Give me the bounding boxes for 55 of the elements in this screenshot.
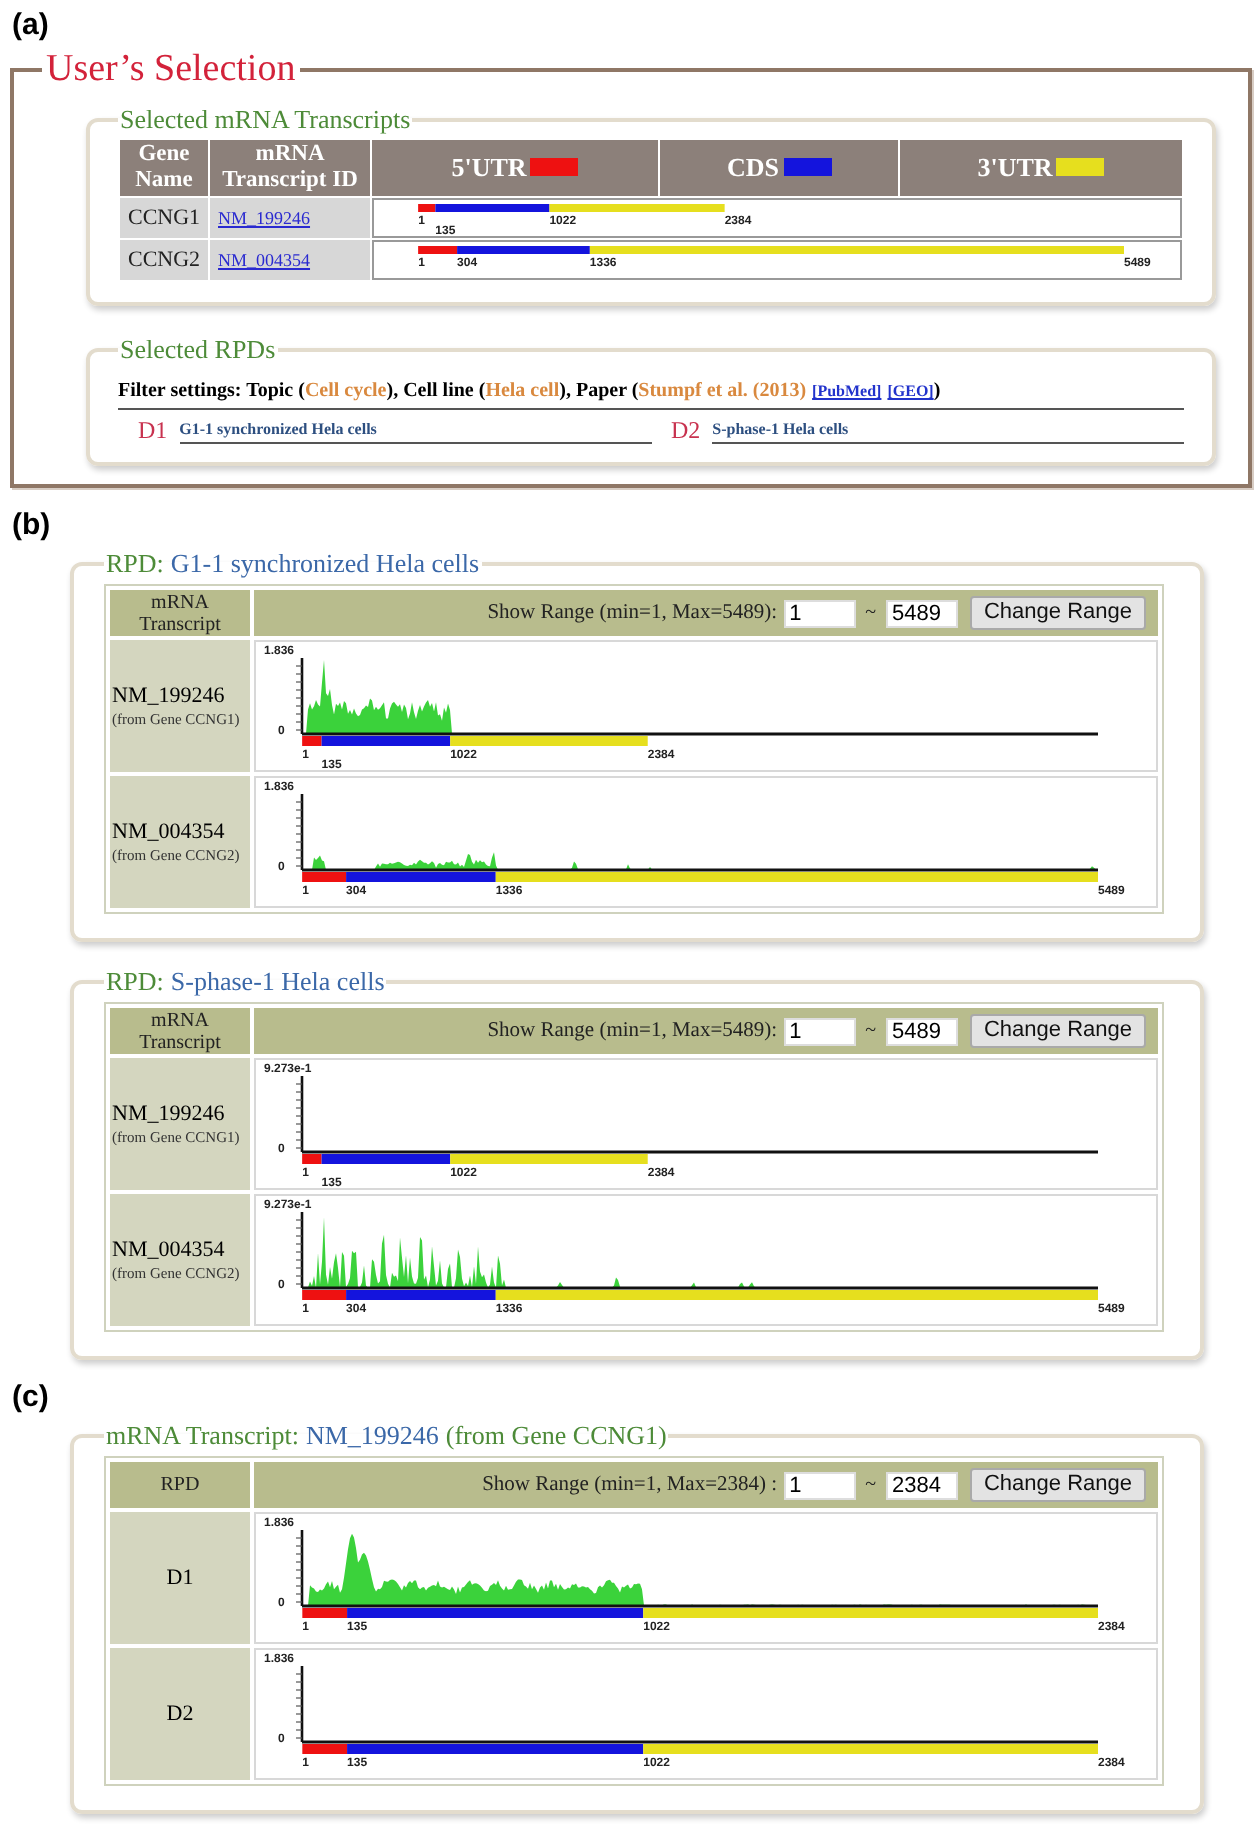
transcript-link[interactable]: NM_004354: [218, 249, 311, 269]
column-header: mRNA Transcript: [110, 590, 250, 636]
y-axis: [295, 794, 304, 870]
panel-label: (a): [12, 8, 49, 44]
row-name: NM_199246: [112, 1102, 225, 1128]
column-header-label: 5'UTR: [451, 152, 527, 183]
column-header: Gene Name: [120, 140, 208, 196]
range-separator: ~: [865, 1474, 876, 1496]
panel-title: RPD: S-phase-1 Hela cells: [104, 966, 387, 996]
table-cell: CCNG1: [120, 198, 208, 238]
reference-link[interactable]: [PubMed]: [812, 382, 882, 400]
dataset-id: D1: [138, 416, 168, 444]
y-axis: [295, 1076, 304, 1152]
row-name: NM_199246: [112, 684, 225, 710]
change-range-button[interactable]: Change Range: [969, 596, 1146, 630]
transcript-link[interactable]: NM_199246: [218, 207, 311, 227]
range-end-field[interactable]: 2384: [885, 1471, 958, 1499]
filter-settings-text: Filter settings: Topic (Cell cycle), Cell line (Hela cell), Paper (Stumpf et al. (2013) [PubMed] [GEO]): [118, 380, 941, 404]
panel-title: Selected RPDs: [118, 334, 278, 364]
dataset-id: D2: [671, 416, 701, 444]
panel-title: mRNA Transcript: NM_199246 (from Gene CCNG1): [104, 1420, 669, 1450]
range-start-field[interactable]: 1: [783, 1017, 856, 1045]
range-separator: ~: [865, 1020, 876, 1042]
y-axis: [295, 1666, 304, 1742]
panel-label: (c): [12, 1380, 49, 1416]
change-range-button[interactable]: Change Range: [969, 1014, 1146, 1048]
range-label: Show Range (min=1, Max=2384) :: [482, 1474, 778, 1496]
column-header-label: CDS: [726, 152, 779, 183]
range-end-field[interactable]: 5489: [885, 599, 958, 627]
range-label: Show Range (min=1, Max=5489):: [487, 602, 778, 624]
panel-title: User’s Selection: [44, 48, 298, 92]
dataset-name: G1-1 synchronized Hela cells: [179, 420, 377, 438]
range-start-field[interactable]: 1: [783, 599, 856, 627]
dataset-name: S-phase-1 Hela cells: [712, 420, 849, 438]
range-end-field[interactable]: 5489: [885, 1017, 958, 1045]
panel-title: Selected mRNA Transcripts: [118, 104, 413, 134]
range-separator: ~: [865, 602, 876, 624]
column-header: mRNA Transcript ID: [210, 140, 370, 196]
y-axis: [295, 1212, 304, 1288]
reference-link[interactable]: [GEO]: [887, 382, 934, 400]
row-name: D2: [166, 1701, 194, 1727]
range-label: Show Range (min=1, Max=5489):: [487, 1020, 778, 1042]
panel-label: (b): [12, 508, 51, 544]
column-header: mRNA Transcript: [110, 1008, 250, 1054]
panel-title: RPD: G1-1 synchronized Hela cells: [104, 548, 482, 578]
column-header: RPD: [110, 1462, 250, 1508]
row-name: D1: [166, 1565, 194, 1591]
y-axis: [295, 1530, 304, 1606]
change-range-button[interactable]: Change Range: [969, 1468, 1146, 1502]
table-cell: CCNG2: [120, 240, 208, 280]
row-name: NM_004354: [112, 820, 225, 846]
row-name: NM_004354: [112, 1238, 225, 1264]
y-axis: [295, 658, 304, 734]
column-header-label: 3'UTR: [977, 152, 1053, 183]
range-start-field[interactable]: 1: [783, 1471, 856, 1499]
